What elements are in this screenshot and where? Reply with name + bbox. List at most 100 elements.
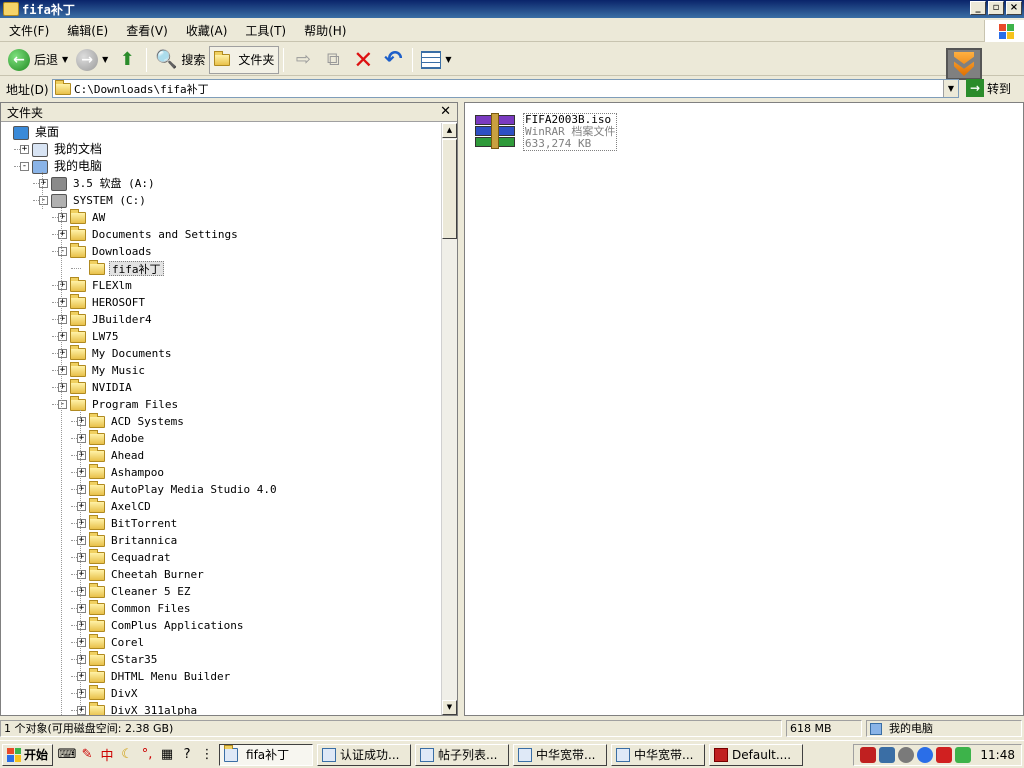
tree-node[interactable]: Program Files [70,395,180,413]
expand-icon[interactable]: + [58,383,67,392]
views-button[interactable]: ▼ [417,46,455,74]
undo-button[interactable]: ↶ [378,46,408,74]
expand-icon[interactable]: + [77,502,86,511]
expand-icon[interactable]: + [58,349,67,358]
start-button[interactable]: 开始 [2,743,54,766]
tree-node[interactable]: Downloads [70,242,154,260]
vertical-scrollbar[interactable]: ▲ ▼ [441,123,457,715]
expand-icon[interactable]: + [39,179,48,188]
tree-node[interactable]: 桌面 [13,124,61,141]
volume-icon[interactable] [898,747,915,763]
tree-node[interactable]: Ashampoo [89,463,166,481]
expand-icon[interactable]: + [77,621,86,630]
up-button[interactable]: ⬆ [112,46,142,74]
task-button-fifa[interactable]: fifa补丁 [219,743,314,766]
task-button-posts[interactable]: 帖子列表... [415,743,510,766]
tree-node[interactable]: DHTML Menu Builder [89,667,232,685]
expand-icon[interactable]: + [58,213,67,222]
chevron-down-icon[interactable]: ▼ [62,55,68,64]
tree-node[interactable]: Adobe [89,429,146,447]
expand-icon[interactable]: + [77,468,86,477]
network-icon[interactable] [879,747,896,763]
tree-node[interactable]: Cheetah Burner [89,565,206,583]
tree-node[interactable]: FLEXlm [70,276,134,294]
tree-node[interactable]: AW [70,208,107,226]
go-button[interactable]: → 转到 [966,79,1011,97]
expand-icon[interactable]: + [77,434,86,443]
expand-icon[interactable]: + [77,706,86,715]
chevron-down-icon[interactable]: ▼ [102,55,108,64]
download-tray-icon[interactable] [860,747,877,763]
expand-icon[interactable]: + [77,570,86,579]
chinese-input-icon[interactable]: 中 [99,747,115,764]
tree-node[interactable]: SYSTEM (C:) [51,192,148,209]
expand-icon[interactable]: + [77,451,86,460]
file-item[interactable]: FIFA2003B.iso WinRAR 档案文件 633,274 KB [473,113,618,151]
punctuation-icon[interactable]: °, [139,747,155,763]
tree-node[interactable]: Corel [89,633,146,651]
tree-node[interactable]: Ahead [89,446,146,464]
tree-node[interactable]: Common Files [89,599,192,617]
tree-node[interactable]: My Music [70,361,147,379]
address-dropdown-button[interactable]: ▼ [943,80,958,97]
address-input[interactable]: C:\Downloads\fifa补丁 ▼ [52,79,959,98]
antivirus-icon[interactable] [936,747,953,763]
tree-node[interactable]: fifa补丁 [89,259,164,277]
tree-node[interactable]: DivX_311alpha [89,701,199,715]
menu-edit[interactable]: 编辑(E) [58,21,117,41]
update-icon[interactable] [955,747,972,763]
menu-tools[interactable]: 工具(T) [236,21,295,41]
tree-node[interactable]: JBuilder4 [70,310,154,328]
expand-icon[interactable]: + [77,689,86,698]
tree-node[interactable]: DivX [89,684,140,702]
task-button-broadband-1[interactable]: 中华宽带... [513,743,608,766]
tree-node[interactable]: 我的文档 [32,141,104,158]
collapse-icon[interactable]: - [58,400,67,409]
search-button[interactable]: 🔍 搜索 [151,46,209,74]
tree-node[interactable]: LW75 [70,327,121,345]
tree-node[interactable]: Cequadrat [89,548,173,566]
soft-keyboard-icon[interactable]: ▦ [159,747,175,763]
collapse-icon[interactable]: - [39,196,48,205]
help-icon[interactable]: ? [179,747,195,763]
expand-icon[interactable]: + [58,315,67,324]
expand-icon[interactable]: + [77,604,86,613]
tree-node[interactable]: My Documents [70,344,173,362]
chevron-down-icon[interactable]: ▼ [445,55,451,64]
folders-button[interactable]: 文件夹 [209,45,280,74]
scroll-down-button[interactable]: ▼ [442,700,457,715]
download-manager-icon[interactable] [946,48,982,80]
tree-node[interactable]: CStar35 [89,650,159,668]
menu-view[interactable]: 查看(V) [117,21,177,41]
delete-button[interactable]: ✕ [348,46,378,74]
expand-icon[interactable]: + [77,536,86,545]
expand-icon[interactable]: + [77,587,86,596]
close-icon[interactable]: ✕ [440,104,451,119]
ime-icon[interactable]: ✎ [79,747,95,763]
tree-node[interactable]: ComPlus Applications [89,616,245,634]
collapse-icon[interactable]: - [20,162,29,171]
keyboard-icon[interactable]: ⌨ [58,747,77,763]
collapse-icon[interactable]: - [58,247,67,256]
tree-node[interactable]: 3.5 软盘 (A:) [51,175,157,192]
expand-icon[interactable]: + [77,485,86,494]
close-button[interactable]: × [1006,1,1022,15]
tree-node[interactable]: Britannica [89,531,179,549]
options-icon[interactable]: ⋮ [199,747,215,763]
forward-button[interactable]: → ▼ [72,46,112,74]
menu-favorites[interactable]: 收藏(A) [177,21,237,41]
expand-icon[interactable]: + [77,672,86,681]
minimize-button[interactable]: _ [970,1,986,15]
globe-icon[interactable] [917,747,934,763]
expand-icon[interactable]: + [77,417,86,426]
moon-icon[interactable]: ☾ [119,747,135,763]
tree-node[interactable]: AutoPlay Media Studio 4.0 [89,480,279,498]
expand-icon[interactable]: + [58,281,67,290]
expand-icon[interactable]: + [77,638,86,647]
task-button-default[interactable]: Default.... [709,743,804,766]
expand-icon[interactable]: + [77,553,86,562]
tree-node[interactable]: AxelCD [89,497,153,515]
scrollbar-thumb[interactable] [442,139,457,239]
task-button-auth[interactable]: 认证成功... [317,743,412,766]
tree-node[interactable]: HEROSOFT [70,293,147,311]
